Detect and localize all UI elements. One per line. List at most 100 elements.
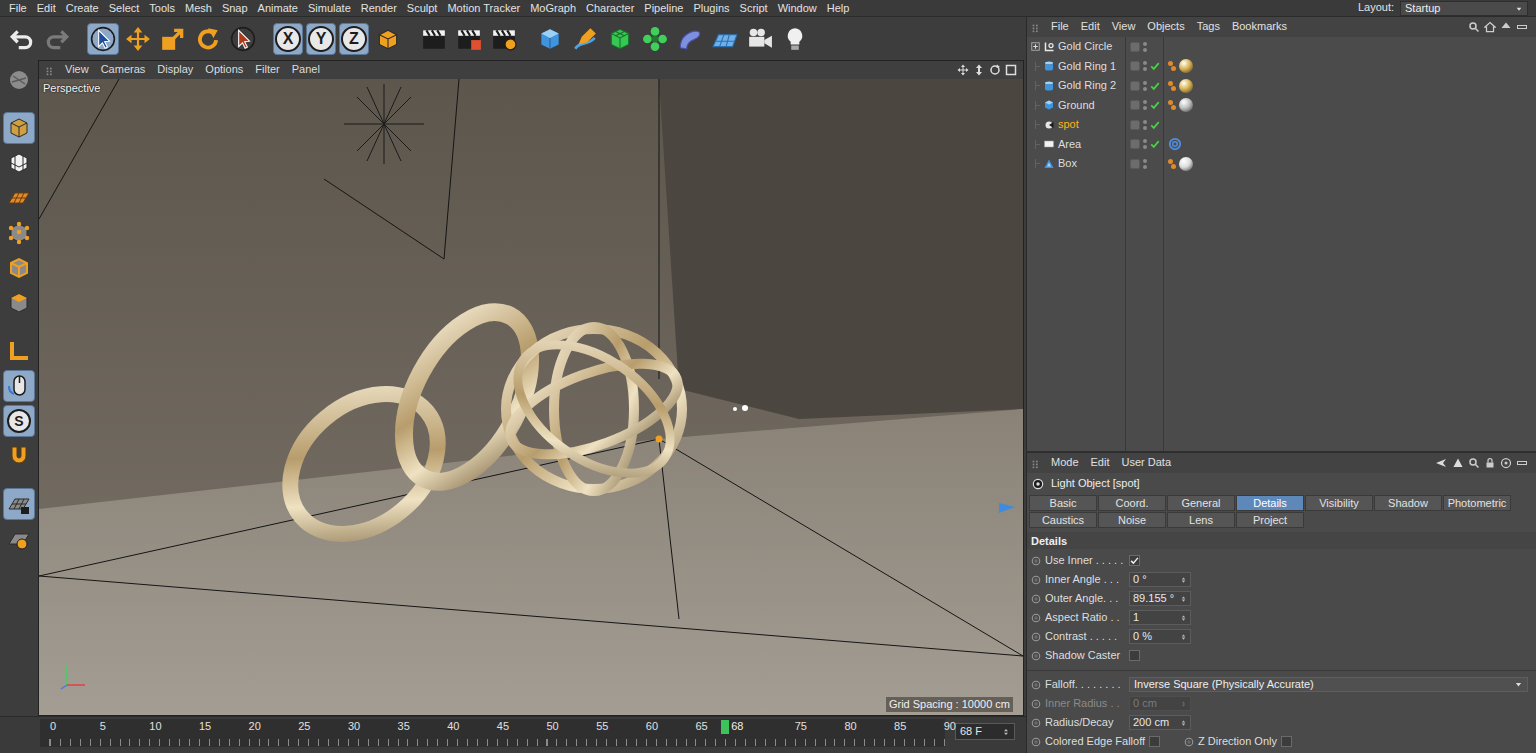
keyframe-icon[interactable] (1031, 680, 1041, 690)
checkbox[interactable] (1149, 736, 1160, 747)
keyframe-icon[interactable] (1031, 699, 1041, 709)
visibility-dots-icon[interactable] (1143, 138, 1147, 150)
number-input[interactable]: 0 ° (1129, 572, 1191, 587)
camera-button[interactable] (744, 23, 776, 55)
object-manager-menu-item[interactable]: View (1106, 20, 1142, 33)
spinner-icon[interactable] (1180, 575, 1187, 585)
magnet-button[interactable] (3, 440, 35, 472)
object-row[interactable]: spot (1027, 115, 1536, 135)
pen-button[interactable] (569, 23, 601, 55)
attribute-tab[interactable]: Details (1236, 495, 1304, 511)
keyframe-icon[interactable] (1031, 575, 1041, 585)
object-name[interactable]: Box (1058, 157, 1077, 170)
coord-button[interactable] (372, 23, 404, 55)
attribute-tab[interactable]: Photometric (1443, 495, 1511, 511)
menu-item[interactable]: Edit (32, 1, 61, 16)
menu-item[interactable]: Simulate (303, 1, 356, 16)
light-button[interactable] (779, 23, 811, 55)
texture-tag-icon[interactable] (1168, 60, 1177, 72)
spinner-icon[interactable] (1180, 613, 1187, 623)
menu-item[interactable]: Help (822, 1, 855, 16)
keyframe-icon[interactable] (1031, 718, 1041, 728)
axis-lock-button[interactable]: X (273, 23, 303, 55)
viewport-menu-item[interactable]: Cameras (95, 63, 152, 76)
menu-item[interactable]: Script (735, 1, 773, 16)
minimize-icon[interactable] (1516, 457, 1528, 469)
playhead[interactable]: 68 (721, 720, 743, 734)
expand-icon[interactable] (1031, 42, 1040, 51)
object-manager-menu-item[interactable]: Objects (1141, 20, 1190, 33)
pan-icon[interactable] (957, 64, 969, 76)
object-name[interactable]: Ground (1058, 99, 1095, 112)
axis-tool-button[interactable] (3, 335, 35, 367)
lock-icon[interactable] (1484, 457, 1496, 469)
keyframe-icon[interactable] (1031, 556, 1041, 566)
up-icon[interactable] (1500, 21, 1512, 33)
menu-item[interactable]: Motion Tracker (442, 1, 525, 16)
enabled-check-icon[interactable] (1150, 139, 1160, 149)
number-input[interactable]: 89.155 ° (1129, 591, 1191, 606)
attribute-tab[interactable]: Project (1236, 512, 1304, 528)
menu-item[interactable]: Sculpt (402, 1, 443, 16)
home-icon[interactable] (1484, 21, 1496, 33)
attribute-tab[interactable]: Lens (1167, 512, 1235, 528)
workplane-button[interactable] (3, 182, 35, 214)
material-tag-icon[interactable] (1179, 157, 1193, 171)
snap-button[interactable]: S (3, 405, 35, 437)
enabled-check-icon[interactable] (1150, 81, 1160, 91)
layer-icon[interactable] (1130, 139, 1140, 149)
visibility-dots-icon[interactable] (1143, 80, 1147, 92)
texture-button[interactable] (3, 147, 35, 179)
target-icon[interactable] (1500, 457, 1512, 469)
visibility-dots-icon[interactable] (1143, 158, 1147, 170)
keyframe-icon[interactable] (1031, 651, 1041, 661)
visibility-dots-icon[interactable] (1143, 119, 1147, 131)
viewport-menu-item[interactable]: Panel (286, 63, 326, 76)
object-manager-menu-item[interactable]: File (1045, 20, 1075, 33)
live-button[interactable] (227, 23, 259, 55)
attribute-tab[interactable]: Caustics (1029, 512, 1097, 528)
target-tag-icon[interactable] (1168, 137, 1182, 151)
grip-icon[interactable] (45, 63, 55, 76)
disabled-state-icon[interactable] (1150, 159, 1160, 169)
viewport-menu-item[interactable]: Options (199, 63, 249, 76)
object-name[interactable]: Gold Ring 1 (1058, 60, 1116, 73)
layer-icon[interactable] (1130, 81, 1140, 91)
attribute-tab[interactable]: General (1167, 495, 1235, 511)
keyframe-icon[interactable] (1031, 737, 1041, 747)
object-row[interactable]: Gold Ring 2 (1027, 76, 1536, 96)
object-name[interactable]: Area (1058, 138, 1081, 151)
grip-icon[interactable] (1031, 456, 1041, 469)
object-manager-menu-item[interactable]: Bookmarks (1226, 20, 1293, 33)
move-button[interactable] (122, 23, 154, 55)
object-row[interactable]: Area (1027, 135, 1536, 155)
make-editable-button[interactable] (3, 64, 35, 96)
object-row[interactable]: Gold Circle (1027, 37, 1536, 57)
checkbox[interactable] (1129, 555, 1140, 566)
render-button[interactable] (453, 23, 485, 55)
tweak-button[interactable] (3, 370, 35, 402)
grip-icon[interactable] (1031, 20, 1041, 33)
dropdown[interactable]: Inverse Square (Physically Accurate) (1129, 677, 1528, 692)
enabled-check-icon[interactable] (1150, 100, 1160, 110)
points-button[interactable] (3, 217, 35, 249)
keyframe-icon[interactable] (1031, 632, 1041, 642)
render-view-button[interactable] (418, 23, 450, 55)
visibility-dots-icon[interactable] (1143, 99, 1147, 111)
scene-view[interactable]: Perspective Grid Spacing : 10000 cm (39, 79, 1023, 715)
render-settings-button[interactable] (488, 23, 520, 55)
menu-item[interactable]: Tools (144, 1, 180, 16)
search-icon[interactable] (1468, 457, 1480, 469)
subdiv-button[interactable] (604, 23, 636, 55)
visibility-dots-icon[interactable] (1143, 60, 1147, 72)
spinner-icon[interactable] (1180, 594, 1187, 604)
menu-item[interactable]: Render (356, 1, 402, 16)
minimize-icon[interactable] (1516, 21, 1528, 33)
select-button[interactable] (87, 23, 119, 55)
enabled-check-icon[interactable] (1150, 120, 1160, 130)
frame-field[interactable]: 68 F (955, 723, 1015, 740)
menu-item[interactable]: Select (104, 1, 145, 16)
object-name[interactable]: spot (1058, 118, 1079, 131)
layer-icon[interactable] (1130, 100, 1140, 110)
attribute-menu-item[interactable]: User Data (1116, 456, 1178, 469)
